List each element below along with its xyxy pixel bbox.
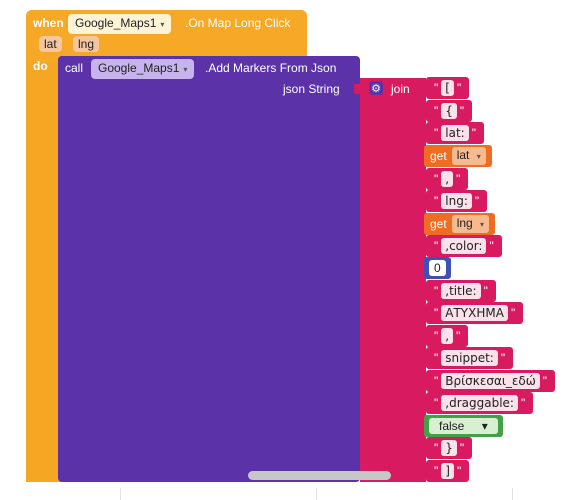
get-lat-block[interactable]: get lat ▾: [424, 145, 492, 167]
text-value[interactable]: }: [441, 440, 457, 456]
event-name: .On Map Long Click: [185, 16, 291, 30]
text-block[interactable]: " Βρίσκεσαι_εδώ ": [426, 370, 556, 392]
dropdown-arrow-icon: ▾: [476, 419, 493, 433]
text-block[interactable]: " ,color: ": [426, 235, 502, 257]
text-block[interactable]: ", ": [426, 168, 469, 190]
event-component-dropdown[interactable]: Google_Maps1 ▾: [68, 14, 172, 34]
text-value[interactable]: snippet:: [441, 350, 498, 366]
dropdown-arrow-icon: ▾: [476, 152, 481, 161]
text-value[interactable]: ,: [441, 328, 454, 344]
get-variable-dropdown[interactable]: lat ▾: [451, 147, 486, 165]
gear-icon[interactable]: ⚙: [369, 81, 383, 95]
quote-close-icon: ": [500, 351, 506, 365]
quote-open-icon: ": [434, 464, 439, 478]
text-value[interactable]: ΑΤΥΧΗΜΑ: [441, 305, 508, 321]
text-value[interactable]: [: [441, 80, 454, 96]
text-value[interactable]: Βρίσκεσαι_εδώ: [441, 373, 540, 389]
quote-open-icon: ": [434, 81, 439, 95]
quote-close-icon: ": [489, 239, 494, 253]
workspace-grid-line: [316, 488, 317, 500]
text-block[interactable]: " ,draggable: ": [426, 392, 534, 414]
param-lng[interactable]: lng: [73, 36, 100, 52]
quote-open-icon: ": [434, 441, 439, 455]
call-component-dropdown[interactable]: Google_Maps1 ▾: [91, 59, 195, 79]
quote-close-icon: ": [456, 329, 461, 343]
get-label: get: [430, 149, 447, 163]
text-block[interactable]: "} ": [426, 437, 473, 459]
quote-open-icon: ": [434, 194, 439, 208]
quote-open-icon: ": [434, 284, 439, 298]
quote-close-icon: ": [459, 441, 465, 455]
arg-label: json String: [283, 82, 340, 96]
number-value[interactable]: 0: [429, 260, 446, 276]
quote-open-icon: ": [434, 126, 439, 140]
quote-close-icon: ": [520, 396, 526, 410]
boolean-block[interactable]: false ▾: [424, 415, 503, 437]
call-label: call: [65, 61, 84, 75]
quote-open-icon: ": [434, 306, 439, 320]
quote-close-icon: ": [459, 104, 465, 118]
text-block[interactable]: " snippet: ": [426, 347, 514, 369]
text-value[interactable]: ,color:: [441, 238, 487, 254]
text-value[interactable]: ,draggable:: [441, 395, 518, 411]
text-block[interactable]: " ,title: ": [426, 280, 496, 302]
text-block[interactable]: "] ": [426, 460, 470, 482]
quote-open-icon: ": [434, 239, 439, 253]
quote-open-icon: ": [434, 104, 439, 118]
text-block[interactable]: " ΑΤΥΧΗΜΑ ": [426, 302, 524, 324]
quote-close-icon: ": [483, 284, 488, 298]
when-label: when: [33, 16, 64, 30]
get-lng-block[interactable]: get lng ▾: [424, 213, 496, 235]
horizontal-scrollbar[interactable]: [248, 471, 391, 480]
get-variable-name: lat: [456, 148, 470, 162]
get-variable-name: lng: [456, 216, 473, 230]
quote-open-icon: ": [434, 172, 439, 186]
text-block[interactable]: "[": [426, 77, 470, 99]
join-label: join: [391, 82, 410, 96]
quote-close-icon: ": [471, 126, 476, 140]
do-label: do: [33, 59, 48, 73]
quote-close-icon: ": [456, 172, 461, 186]
quote-close-icon: ": [542, 374, 548, 388]
text-block[interactable]: "{": [426, 100, 473, 122]
join-plug: [354, 84, 360, 94]
quote-open-icon: ": [434, 351, 439, 365]
call-block[interactable]: [58, 56, 360, 482]
quote-close-icon: ": [510, 306, 516, 320]
quote-open-icon: ": [434, 329, 439, 343]
call-component-name: Google_Maps1: [98, 61, 180, 75]
text-block[interactable]: " lng: ": [426, 190, 488, 212]
number-block[interactable]: 0: [424, 257, 451, 279]
quote-close-icon: ": [474, 194, 480, 208]
text-value[interactable]: ,title:: [441, 283, 481, 299]
workspace-grid-line: [120, 488, 121, 500]
quote-close-icon: ": [456, 81, 462, 95]
boolean-value: false: [434, 419, 470, 433]
text-value[interactable]: {: [441, 103, 457, 119]
quote-open-icon: ": [434, 396, 439, 410]
dropdown-arrow-icon: ▾: [183, 65, 188, 74]
text-value[interactable]: lng:: [441, 193, 472, 209]
text-block[interactable]: ", ": [426, 325, 469, 347]
dropdown-arrow-icon: ▾: [480, 220, 485, 229]
workspace-grid-line: [512, 488, 513, 500]
quote-close-icon: ": [456, 464, 462, 478]
text-value[interactable]: lat:: [441, 125, 469, 141]
param-lat[interactable]: lat: [39, 36, 62, 52]
quote-open-icon: ": [434, 374, 439, 388]
text-value[interactable]: ]: [441, 463, 454, 479]
dropdown-arrow-icon: ▾: [160, 20, 165, 29]
text-block[interactable]: " lat: ": [426, 122, 484, 144]
get-label: get: [430, 217, 447, 231]
event-component-name: Google_Maps1: [75, 16, 157, 30]
method-name: .Add Markers From Json: [205, 61, 337, 75]
join-block[interactable]: [360, 78, 426, 482]
text-value[interactable]: ,: [441, 171, 454, 187]
boolean-dropdown[interactable]: false ▾: [429, 418, 498, 434]
get-variable-dropdown[interactable]: lng ▾: [451, 215, 490, 233]
